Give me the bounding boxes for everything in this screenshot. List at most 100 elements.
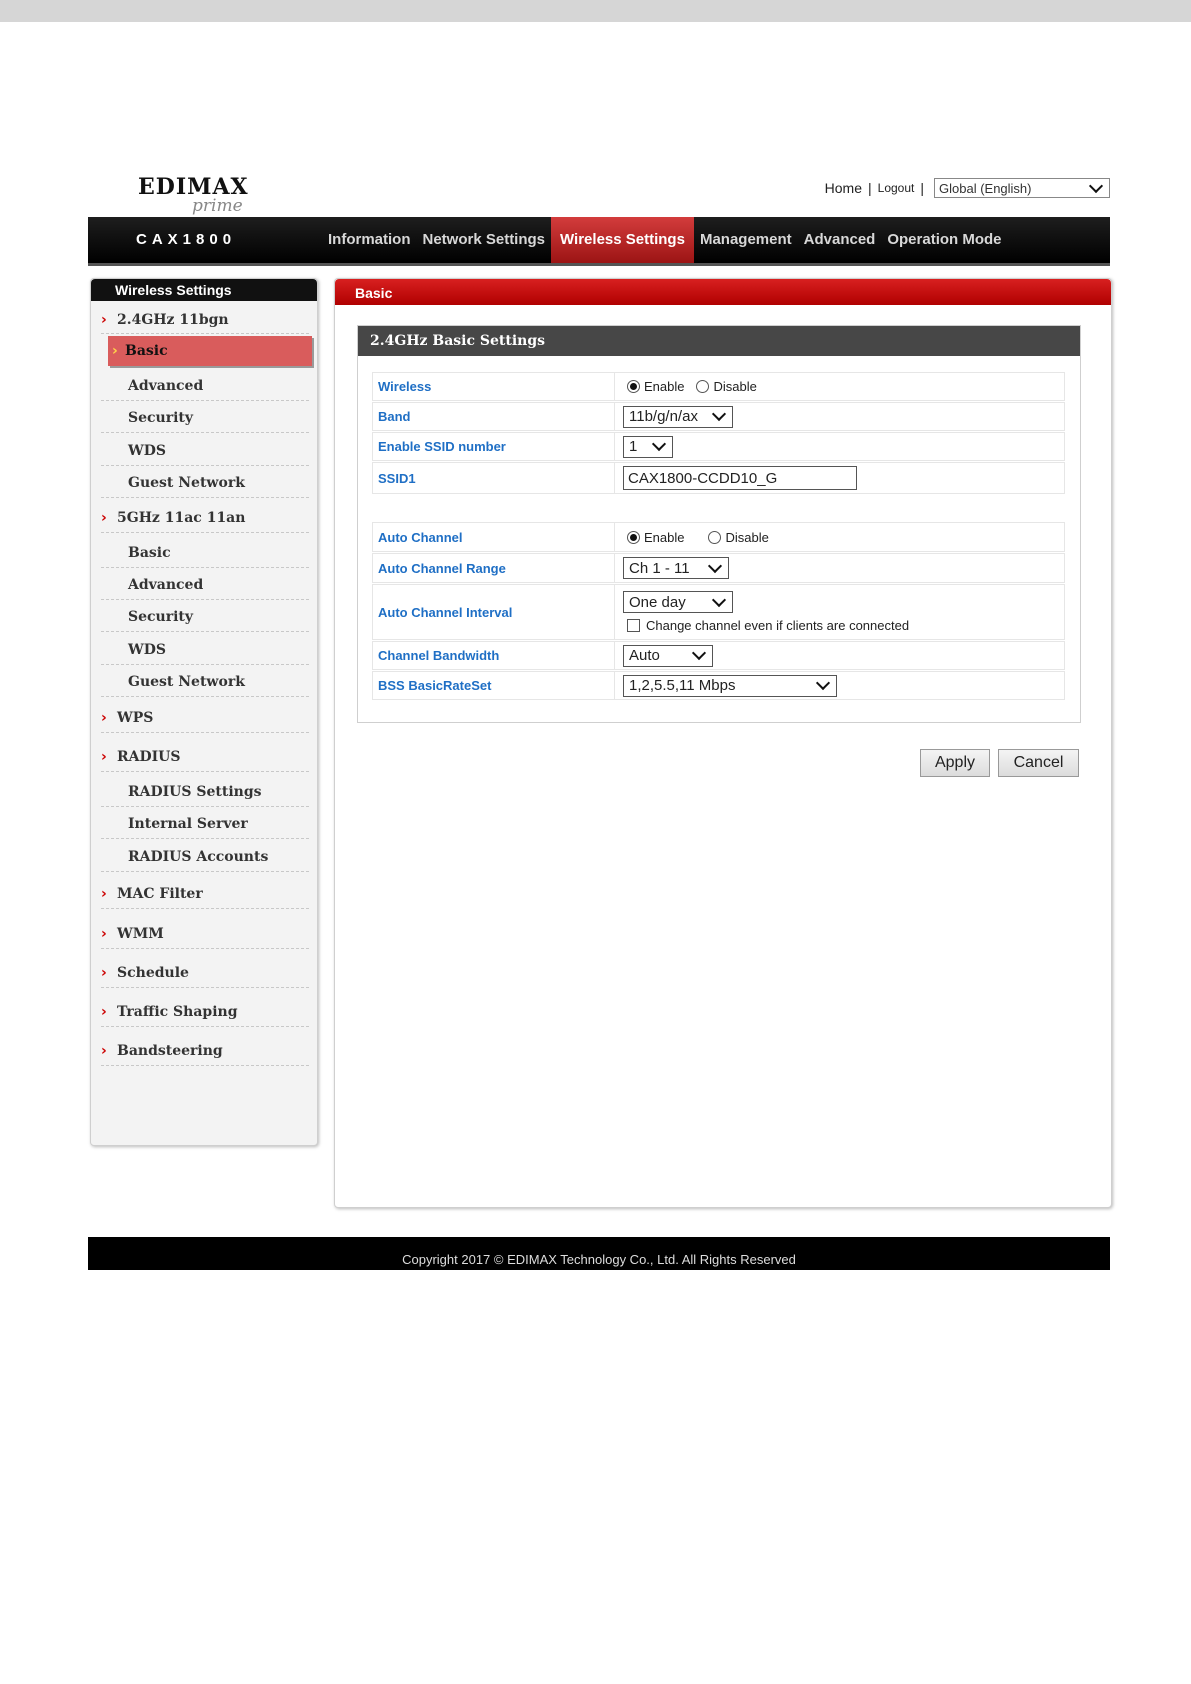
ssid1-row: SSID1 CAX1800-CCDD10_G [372,462,1065,494]
home-link[interactable]: Home [825,180,862,196]
auto-channel-range-select-value: Ch 1 - 11 [629,559,690,577]
bss-basic-rate-set-label: BSS BasicRateSet [373,672,615,699]
sidebar: Wireless Settings › 2.4GHz 11bgn › Basic Adv… [90,278,318,1146]
auto-channel-row: Auto Channel Enable Disable [372,522,1065,552]
sidebar-item-radius-accounts[interactable]: RADIUS Accounts [101,842,309,872]
sidebar-item-traffic-shaping[interactable]: › Traffic Shaping [101,997,309,1027]
chevron-right-icon: › [101,510,107,526]
chevron-down-icon [707,558,723,573]
separator: | [920,180,924,196]
auto-channel-range-select[interactable]: Ch 1 - 11 [623,557,729,579]
sidebar-item-schedule[interactable]: › Schedule [101,958,309,988]
wireless-label: Wireless [373,373,615,400]
wireless-enable-radio[interactable] [627,380,640,393]
cancel-button[interactable]: Cancel [998,749,1079,777]
sidebar-item-bandsteering[interactable]: › Bandsteering [101,1036,309,1066]
sidebar-item-label: Guest Network [128,475,245,491]
wireless-enable-label: Enable [644,379,685,394]
ssid1-input[interactable]: CAX1800-CCDD10_G [623,466,857,490]
wireless-disable-radio[interactable] [696,380,710,393]
sidebar-item-label: Basic [128,545,171,561]
sidebar-item-label: WDS [128,443,166,459]
wireless-row: Wireless Enable Disable [372,372,1065,401]
ssid1-label: SSID1 [373,463,615,493]
basic-settings-panel: 2.4GHz Basic Settings Wireless Enable Di… [357,325,1081,723]
channel-bandwidth-select[interactable]: Auto [623,644,713,667]
sidebar-item-label: Advanced [128,378,204,394]
auto-channel-disable-label: Disable [725,529,769,545]
bss-basic-rate-set-select[interactable]: 1,2,5.5,11 Mbps [623,674,837,697]
ssid-number-select[interactable]: 1 [623,435,673,458]
sidebar-item-basic[interactable]: Basic [101,538,309,568]
sidebar-title: Wireless Settings [91,279,317,301]
logo-subtext: prime [192,196,243,216]
language-value: Global (English) [939,180,1032,196]
auto-channel-value: Enable Disable [616,523,1064,551]
sidebar-item-5ghz-11ac-11an[interactable]: › 5GHz 11ac 11an [101,503,309,533]
sidebar-item-internal-server[interactable]: Internal Server [101,809,309,839]
sidebar-item-label: RADIUS Settings [128,784,262,800]
sidebar-item-radius-settings[interactable]: RADIUS Settings [101,777,309,807]
apply-button[interactable]: Apply [920,749,990,777]
chevron-down-icon [691,645,707,661]
sidebar-item-2-4ghz-11bgn[interactable]: › 2.4GHz 11bgn [101,306,309,334]
sidebar-item-advanced[interactable]: Advanced [101,371,309,401]
chevron-right-icon: › [101,1004,107,1020]
nav-item-wireless-settings[interactable]: Wireless Settings [551,217,694,263]
band-select-value: 11b/g/n/ax [629,408,698,425]
auto-channel-interval-select[interactable]: One day [623,591,733,613]
nav-item-advanced[interactable]: Advanced [798,217,882,263]
channel-bandwidth-select-value: Auto [629,647,660,664]
auto-channel-interval-label: Auto Channel Interval [373,585,615,639]
nav-item-management[interactable]: Management [694,217,798,263]
sidebar-item-advanced[interactable]: Advanced [101,570,309,600]
channel-bandwidth-row: Channel Bandwidth Auto [372,641,1065,670]
bss-basic-rate-set-select-value: 1,2,5.5,11 Mbps [629,677,736,694]
language-select[interactable]: Global (English) [934,178,1110,198]
nav-item-information[interactable]: Information [322,217,417,263]
band-select[interactable]: 11b/g/n/ax [623,405,733,428]
sidebar-item-wds[interactable]: WDS [101,436,309,466]
sidebar-item-label: MAC Filter [117,886,203,902]
auto-channel-range-label: Auto Channel Range [373,554,615,582]
sidebar-item-basic[interactable]: › Basic [108,336,312,366]
sidebar-item-wds[interactable]: WDS [101,635,309,665]
sidebar-item-label: WDS [128,642,166,658]
bss-basic-rate-set-row: BSS BasicRateSet 1,2,5.5,11 Mbps [372,671,1065,700]
sidebar-item-label: WPS [117,710,154,726]
change-channel-option: Change channel even if clients are conne… [623,618,909,633]
auto-channel-disable-radio[interactable] [708,530,722,544]
auto-channel-interval-value: One day Change channel even if clients a… [616,585,1064,639]
channel-bandwidth-label: Channel Bandwidth [373,642,615,669]
nav-item-network-settings[interactable]: Network Settings [417,217,552,263]
ssid1-value: CAX1800-CCDD10_G [616,463,1064,493]
device-model: CAX1800 [136,231,237,248]
content-title: Basic [335,279,1111,305]
chevron-right-icon: › [101,926,107,942]
ssid-number-select-value: 1 [629,438,638,455]
sidebar-item-wps[interactable]: › WPS [101,703,309,733]
nav-item-operation-mode[interactable]: Operation Mode [881,217,1007,263]
sidebar-item-label: 2.4GHz 11bgn [117,312,229,328]
sidebar-item-wmm[interactable]: › WMM [101,919,309,949]
sidebar-item-radius[interactable]: › RADIUS [101,742,309,772]
header-links: Home | Logout | Global (English) [825,178,1110,198]
sidebar-item-security[interactable]: Security [101,403,309,433]
logout-link[interactable]: Logout [878,181,915,195]
router-admin-page: EDIMAX prime Home | Logout | Global (Eng… [88,160,1112,1270]
change-channel-checkbox[interactable] [627,619,640,632]
ssid-number-label: Enable SSID number [373,433,615,460]
sidebar-item-guest-network[interactable]: Guest Network [101,667,309,697]
ssid-number-row: Enable SSID number 1 [372,432,1065,461]
sidebar-item-security[interactable]: Security [101,602,309,632]
sidebar-item-label: Internal Server [128,816,248,832]
chevron-right-icon: › [101,886,107,902]
chevron-down-icon [651,436,667,452]
sidebar-item-label: 5GHz 11ac 11an [117,510,246,526]
sidebar-item-guest-network[interactable]: Guest Network [101,468,309,498]
page-top-bar [0,0,1191,22]
auto-channel-enable-label: Enable [644,529,685,545]
chevron-right-icon: › [101,1043,107,1059]
sidebar-item-mac-filter[interactable]: › MAC Filter [101,879,309,909]
auto-channel-enable-radio[interactable] [627,530,640,544]
